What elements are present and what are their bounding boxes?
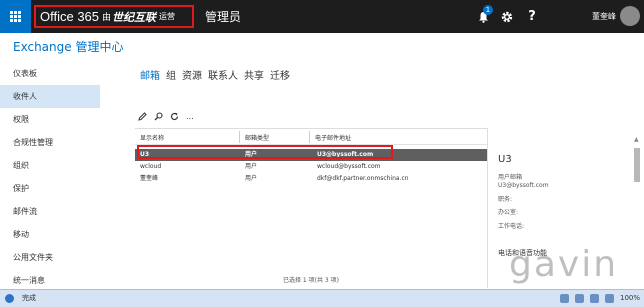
help-button[interactable]: ? — [519, 0, 545, 33]
refresh-icon[interactable] — [170, 112, 179, 121]
more-options-button[interactable]: ... — [186, 112, 194, 121]
brand-company: 世纪互联 — [112, 10, 157, 24]
brand-by: 由 — [102, 13, 112, 23]
selection-highlight — [137, 145, 393, 159]
scroll-up-icon[interactable]: ▲ — [634, 136, 639, 143]
sidebar-item-recipients[interactable]: 收件人 — [0, 85, 100, 108]
tab-mailboxes[interactable]: 邮箱 — [140, 67, 160, 82]
sidebar-item-organization[interactable]: 组织 — [0, 154, 100, 177]
avatar[interactable] — [620, 6, 640, 26]
search-icon[interactable] — [154, 112, 163, 121]
row-email: dkf@dkf.partner.onmschina.cn — [317, 175, 409, 182]
row-name: 董奎峰 — [140, 175, 159, 182]
detail-name: U3 — [498, 154, 512, 165]
sidebar-item-protection[interactable]: 保护 — [0, 177, 100, 200]
settings-button[interactable] — [494, 0, 520, 33]
brand-office: Office 365 — [40, 9, 100, 24]
admin-title[interactable]: 管理员 — [205, 8, 241, 25]
sidebar-item-mail-flow[interactable]: 邮件流 — [0, 200, 100, 223]
detail-mailbox-type: 用户邮箱 — [498, 174, 523, 181]
column-mailbox-type[interactable]: 邮箱类型 — [245, 133, 269, 142]
brand-operated: 运营 — [159, 12, 176, 21]
column-email-address[interactable]: 电子邮件地址 — [315, 133, 351, 142]
detail-phone: 工作电话: — [498, 223, 525, 230]
zoom-icon[interactable] — [605, 294, 614, 303]
status-text: 完成 — [22, 294, 36, 302]
tab-groups[interactable]: 组 — [166, 67, 176, 82]
column-display-name[interactable]: 显示名称 — [140, 133, 164, 142]
row-name: wcloud — [140, 163, 162, 170]
row-type: 用户 — [245, 163, 258, 170]
browser-status-bar: 完成 100% — [0, 289, 644, 307]
selection-count: 已选择 1 项(共 3 项) — [283, 277, 339, 284]
watermark: gavin — [509, 244, 619, 285]
waffle-icon — [10, 11, 21, 22]
page-title: Exchange 管理中心 — [13, 40, 124, 54]
zoom-level[interactable]: 100% — [620, 290, 640, 307]
zone-icon[interactable] — [590, 294, 599, 303]
ie-icon — [5, 294, 14, 303]
detail-office: 办公室: — [498, 209, 519, 216]
tab-resources[interactable]: 资源 — [182, 67, 202, 82]
table-row[interactable]: 董奎峰 用户 dkf@dkf.partner.onmschina.cn — [135, 173, 487, 185]
security-icon[interactable] — [575, 294, 584, 303]
recipient-tabs: 邮箱 组 资源 联系人 共享 迁移 — [140, 67, 290, 82]
notification-badge: 1 — [483, 5, 493, 15]
toolbar: ... — [138, 112, 194, 121]
list-header: 显示名称 邮箱类型 电子邮件地址 — [135, 129, 487, 145]
table-row[interactable]: wcloud 用户 wcloud@byssoft.com — [135, 161, 487, 173]
help-icon: ? — [528, 9, 536, 24]
tab-contacts[interactable]: 联系人 — [208, 67, 238, 82]
detail-scrollbar[interactable] — [634, 148, 640, 182]
gear-icon — [501, 11, 513, 22]
brand-logo[interactable]: Office 365 由 世纪互联 运营 — [34, 5, 194, 28]
detail-email: U3@byssoft.com — [498, 182, 549, 189]
detail-title: 职务: — [498, 196, 513, 203]
notifications-button[interactable]: 1 — [470, 0, 496, 33]
sidebar-item-dashboard[interactable]: 仪表板 — [0, 62, 100, 85]
sidebar-item-public-folders[interactable]: 公用文件夹 — [0, 246, 100, 269]
sidebar-item-compliance[interactable]: 合规性管理 — [0, 131, 100, 154]
tab-shared[interactable]: 共享 — [244, 67, 264, 82]
user-name[interactable]: 董奎峰 — [592, 11, 616, 22]
tab-migration[interactable]: 迁移 — [270, 67, 290, 82]
row-email: wcloud@byssoft.com — [317, 163, 381, 170]
top-bar: Office 365 由 世纪互联 运营 管理员 1 ? 董奎峰 — [0, 0, 644, 33]
sidebar-item-permissions[interactable]: 权限 — [0, 108, 100, 131]
row-type: 用户 — [245, 175, 258, 182]
edit-icon[interactable] — [138, 112, 147, 121]
sidebar: 仪表板 收件人 权限 合规性管理 组织 保护 邮件流 移动 公用文件夹 统一消息 — [0, 62, 100, 292]
app-launcher-button[interactable] — [0, 0, 31, 33]
network-icon[interactable] — [560, 294, 569, 303]
sidebar-item-mobile[interactable]: 移动 — [0, 223, 100, 246]
